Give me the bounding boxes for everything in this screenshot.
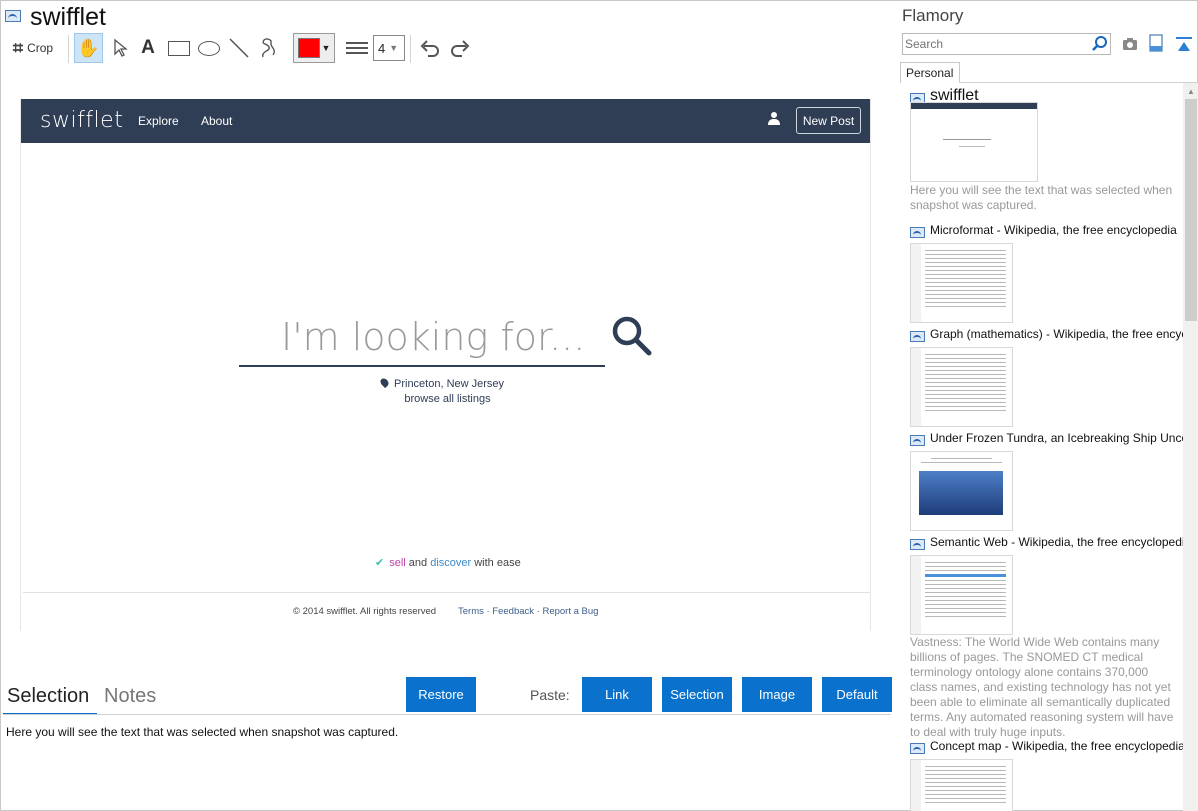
color-swatch: [297, 38, 320, 58]
text-icon: A: [141, 37, 155, 58]
snapshot-thumbnail: [910, 347, 1013, 427]
panel-divider: [3, 714, 891, 715]
ellipse-tool-button[interactable]: [196, 33, 222, 63]
tagline-rest: with ease: [471, 557, 521, 569]
check-icon: ✔: [375, 557, 385, 569]
hand-tool-button[interactable]: ✋: [74, 33, 103, 63]
toolbar-separator: [68, 35, 69, 63]
undo-icon: [420, 40, 439, 57]
chevron-down-icon: ▼: [321, 43, 331, 53]
location-text: Princeton, New Jersey: [394, 378, 505, 390]
tab-notes[interactable]: Notes: [104, 685, 156, 708]
snapshot-title: Semantic Web - Wikipedia, the free encyc…: [930, 535, 1183, 549]
browse-all-link: browse all listings: [404, 393, 491, 405]
text-tool-button[interactable]: A: [137, 33, 159, 63]
snapshot-note: Vastness: The World Wide Web contains ma…: [910, 635, 1174, 739]
new-post-button: New Post: [796, 107, 861, 134]
rectangle-icon: [168, 40, 190, 56]
crop-button[interactable]: ⌗ Crop: [6, 33, 60, 63]
rectangle-tool-button[interactable]: [166, 33, 192, 63]
line-tool-button[interactable]: [226, 33, 252, 63]
snapshot-thumbnail: [910, 243, 1013, 323]
snapshot-title: Concept map - Wikipedia, the free encycl…: [930, 739, 1183, 753]
tagline-sell: sell: [389, 557, 406, 569]
redo-button[interactable]: [446, 33, 474, 63]
freehand-icon: [262, 38, 275, 58]
paste-default-button[interactable]: Default: [822, 677, 892, 712]
toolbar: ⌗ Crop ✋ A ▼ 4 ▼: [1, 33, 881, 63]
user-icon: [767, 111, 781, 127]
collapse-icon[interactable]: [1175, 35, 1193, 53]
snapshot-title: Microformat - Wikipedia, the free encycl…: [930, 223, 1177, 237]
snapshot-thumbnail: [910, 451, 1013, 531]
restore-button[interactable]: Restore: [406, 677, 476, 712]
snapshot-icon: [910, 435, 925, 446]
crop-icon: ⌗: [12, 37, 24, 58]
footer-links: Terms · Feedback · Report a Bug: [458, 606, 599, 617]
search-icon[interactable]: [1091, 35, 1109, 53]
snapshot-thumbnail: [910, 759, 1013, 811]
select-tool-button[interactable]: [107, 33, 133, 63]
map-pin-icon: [378, 376, 391, 389]
site-logo: swifflet: [40, 108, 124, 133]
undo-button[interactable]: [416, 33, 444, 63]
snapshot-list: swifflet Here you will see the text that…: [900, 83, 1183, 811]
camera-icon[interactable]: [1121, 35, 1139, 53]
chevron-down-icon: ▼: [389, 43, 399, 53]
nav-about-link: About: [201, 114, 233, 128]
snapshot-icon: [910, 539, 925, 550]
ellipse-icon: [198, 40, 220, 56]
paste-image-button[interactable]: Image: [742, 677, 812, 712]
snapshot-thumbnail: [910, 555, 1013, 635]
tagline-and: and: [405, 557, 431, 569]
snapshot-thumbnail: [910, 102, 1038, 182]
arrow-icon: [114, 38, 128, 57]
tagline-discover: discover: [430, 557, 472, 569]
paste-selection-button[interactable]: Selection: [662, 677, 732, 712]
toolbar-separator: [410, 35, 411, 63]
snapshot-search-input[interactable]: [902, 33, 1111, 55]
snapshot-title: Under Frozen Tundra, an Icebreaking Ship…: [930, 431, 1183, 445]
flamory-title: Flamory: [902, 6, 964, 25]
hero-search-field: I'm looking for...: [239, 309, 605, 367]
document-icon[interactable]: [1149, 34, 1163, 52]
footer-divider: [23, 592, 870, 593]
snapshot-canvas[interactable]: swifflet Explore About New Post I'm look…: [20, 99, 871, 631]
line-width-icon: [344, 33, 370, 63]
nav-explore-link: Explore: [138, 114, 179, 128]
crop-label: Crop: [27, 41, 54, 55]
tab-selection[interactable]: Selection: [7, 685, 89, 708]
snapshot-icon: [910, 331, 925, 342]
scrollbar-thumb[interactable]: [1185, 99, 1197, 321]
line-width-select[interactable]: 4 ▼: [373, 35, 405, 61]
snapshot-note: Here you will see the text that was sele…: [910, 183, 1173, 212]
color-picker[interactable]: ▼: [293, 33, 335, 63]
window-title: swifflet: [30, 3, 106, 31]
hand-icon: ✋: [77, 37, 100, 58]
paste-link-button[interactable]: Link: [582, 677, 652, 712]
search-icon: [612, 316, 652, 356]
tagline: ✔ sell and discover with ease: [375, 556, 521, 569]
freehand-tool-button[interactable]: [256, 33, 282, 63]
app-window: swifflet ⌗ Crop ✋ A ▼ 4 ▼ swifflet Explo…: [0, 0, 1198, 811]
scroll-up-icon[interactable]: ▲: [1187, 87, 1195, 96]
line-width-value: 4: [378, 40, 386, 56]
app-icon: [5, 10, 21, 22]
selection-text[interactable]: Here you will see the text that was sele…: [6, 725, 398, 739]
redo-icon: [451, 40, 470, 57]
tab-personal[interactable]: Personal: [900, 62, 960, 83]
snapshot-title: Graph (mathematics) - Wikipedia, the fre…: [930, 327, 1183, 341]
snapshot-icon: [910, 743, 925, 754]
location-row: Princeton, New Jersey: [378, 376, 505, 390]
site-navbar: swifflet Explore About New Post: [21, 99, 870, 143]
copyright-text: © 2014 swifflet. All rights reserved: [293, 606, 437, 617]
line-icon: [229, 38, 249, 58]
snapshot-icon: [910, 227, 925, 238]
paste-label: Paste:: [530, 687, 570, 703]
